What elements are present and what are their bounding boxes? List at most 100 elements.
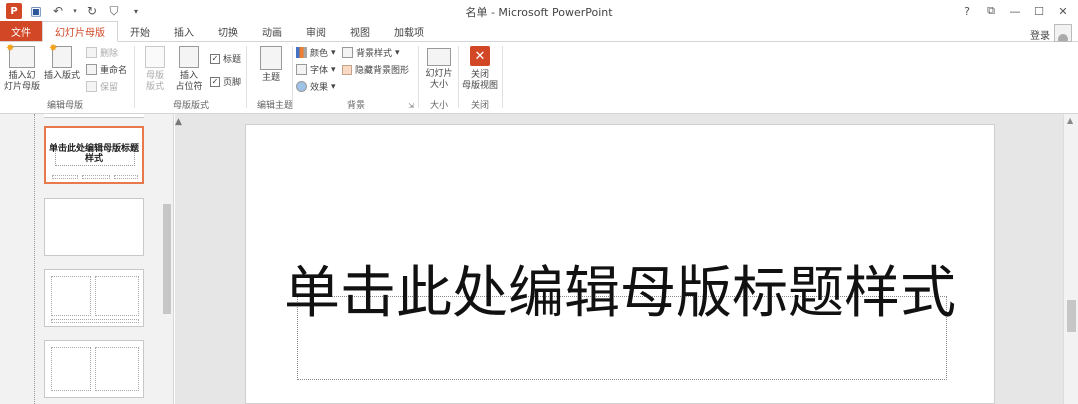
scroll-thumb[interactable] bbox=[1067, 300, 1076, 332]
master-thumbnail-edge[interactable] bbox=[44, 114, 144, 118]
hide-background-checkbox[interactable]: 隐藏背景图形 bbox=[342, 63, 409, 76]
delete-icon bbox=[86, 47, 97, 58]
background-styles-icon bbox=[342, 47, 353, 58]
close-master-view-button[interactable]: ✕ 关闭 母版视图 bbox=[460, 46, 500, 92]
delete-label: 删除 bbox=[100, 49, 119, 59]
chevron-down-icon: ▾ bbox=[331, 47, 336, 58]
tab-file[interactable]: 文件 bbox=[0, 21, 42, 41]
thumbnail-footer-text bbox=[82, 175, 110, 179]
redo-icon[interactable]: ↻ bbox=[84, 3, 100, 19]
thumbnail-placeholder bbox=[51, 347, 91, 391]
powerpoint-app-icon[interactable]: P bbox=[6, 3, 22, 19]
effects-label: 效果 bbox=[310, 83, 329, 93]
ribbon-tabs: 文件 幻灯片母版 开始 插入 切换 动画 审阅 视图 加载项 bbox=[0, 21, 1078, 42]
insert-slide-master-button[interactable]: ✸ 插入幻 灯片母版 bbox=[4, 43, 41, 93]
group-close: ✕ 关闭 母版视图 关闭 bbox=[460, 42, 500, 114]
group-edit-theme: 主题 编辑主题 bbox=[248, 42, 293, 114]
slide-master-canvas[interactable]: 单击此处编辑母版标题样式 bbox=[245, 124, 995, 404]
scroll-up-icon[interactable]: ▲ bbox=[175, 117, 182, 127]
thumbnail-footer-date bbox=[52, 175, 78, 179]
hide-background-label: 隐藏背景图形 bbox=[355, 66, 410, 76]
preserve-label: 保留 bbox=[100, 83, 119, 93]
preserve-button[interactable]: 保留 bbox=[86, 80, 118, 93]
title-check-icon: ✓ bbox=[210, 53, 220, 64]
minimize-icon[interactable]: — bbox=[1004, 2, 1026, 20]
themes-button[interactable]: 主题 bbox=[256, 46, 286, 84]
tab-animations[interactable]: 动画 bbox=[250, 21, 294, 41]
save-icon[interactable]: ▣ bbox=[28, 3, 44, 19]
ribbon-separator bbox=[134, 46, 135, 108]
thumbnail-scrollbar[interactable] bbox=[161, 114, 173, 404]
layout-thumbnail[interactable] bbox=[44, 198, 144, 256]
quick-access-toolbar: P ▣ ↶ ▾ ↻ ⛉ ▾ bbox=[0, 3, 144, 19]
layout-thumbnail[interactable] bbox=[44, 269, 144, 327]
maximize-icon[interactable]: ☐ bbox=[1028, 2, 1050, 20]
thumbnail-title-text: 单击此处编辑母版标题样式 bbox=[48, 144, 139, 164]
rename-button[interactable]: 重命名 bbox=[86, 63, 127, 76]
tab-transitions[interactable]: 切换 bbox=[206, 21, 250, 41]
thumbnail-placeholder bbox=[95, 276, 139, 316]
group-edit-master: ✸ 插入幻 灯片母版 ✸ 插入版式 删除 重命名 保留 编辑母版 bbox=[0, 42, 130, 114]
insert-layout-button[interactable]: ✸ 插入版式 bbox=[42, 43, 82, 82]
group-label-size: 大小 bbox=[429, 101, 448, 111]
group-size: 幻灯片 大小 大小 bbox=[420, 42, 458, 114]
thumbnail-scroll-thumb[interactable] bbox=[163, 204, 171, 314]
sign-in-link[interactable]: 登录 bbox=[1030, 27, 1050, 42]
footer-check-label: 页脚 bbox=[223, 78, 242, 88]
group-label-edit-master: 编辑母版 bbox=[46, 101, 83, 111]
dialog-launcher-icon[interactable]: ⇲ bbox=[408, 102, 414, 110]
undo-dropdown-icon[interactable]: ▾ bbox=[72, 3, 78, 19]
master-connector-line bbox=[34, 114, 35, 404]
insert-placeholder-label: 插入 占位符 bbox=[175, 71, 203, 92]
slide-title-text[interactable]: 单击此处编辑母版标题样式 bbox=[246, 263, 994, 325]
scroll-up-icon[interactable]: ▲ bbox=[1067, 116, 1073, 125]
close-icon: ✕ bbox=[470, 46, 490, 66]
undo-icon[interactable]: ↶ bbox=[50, 3, 66, 19]
hide-background-check-icon bbox=[342, 64, 352, 75]
title-checkbox[interactable]: ✓ 标题 bbox=[210, 52, 241, 65]
insert-placeholder-icon bbox=[179, 46, 199, 68]
fonts-dropdown[interactable]: 字体 ▾ bbox=[296, 63, 336, 76]
close-window-icon[interactable]: ✕ bbox=[1052, 2, 1074, 20]
ribbon-display-options-icon[interactable]: ⧉ bbox=[980, 2, 1002, 20]
help-icon[interactable]: ? bbox=[956, 2, 978, 20]
tab-addins[interactable]: 加载项 bbox=[382, 21, 436, 41]
tab-view[interactable]: 视图 bbox=[338, 21, 382, 41]
footer-checkbox[interactable]: ✓ 页脚 bbox=[210, 75, 241, 88]
ribbon-separator bbox=[458, 46, 459, 108]
colors-icon bbox=[296, 47, 307, 58]
effects-dropdown[interactable]: 效果 ▾ bbox=[296, 80, 336, 93]
thumbnail-footer-number bbox=[114, 175, 138, 179]
insert-placeholder-button[interactable]: 插入 占位符 bbox=[170, 46, 208, 93]
editing-vertical-scrollbar[interactable]: ▲ bbox=[1063, 114, 1078, 404]
colors-dropdown[interactable]: 颜色 ▾ bbox=[296, 46, 336, 59]
group-label-background: 背景 bbox=[346, 101, 365, 111]
tab-review[interactable]: 审阅 bbox=[294, 21, 338, 41]
group-label-master-layout: 母版版式 bbox=[172, 101, 209, 111]
ribbon: ✸ 插入幻 灯片母版 ✸ 插入版式 删除 重命名 保留 编辑母版 母版 版式 插 bbox=[0, 42, 1078, 114]
tab-insert[interactable]: 插入 bbox=[162, 21, 206, 41]
master-layout-button[interactable]: 母版 版式 bbox=[140, 46, 170, 93]
background-styles-dropdown[interactable]: 背景样式 ▾ bbox=[342, 46, 400, 59]
ribbon-separator bbox=[502, 46, 503, 108]
group-background: 颜色 ▾ 字体 ▾ 效果 ▾ 背景样式 ▾ 隐藏背景图形 背景 ⇲ bbox=[294, 42, 418, 114]
background-styles-label: 背景样式 bbox=[356, 49, 393, 59]
avatar[interactable] bbox=[1054, 24, 1072, 42]
fonts-label: 字体 bbox=[310, 66, 329, 76]
customize-qat-icon[interactable]: ▾ bbox=[128, 3, 144, 19]
layout-thumbnail-selected[interactable]: 单击此处编辑母版标题样式 bbox=[44, 126, 144, 184]
chevron-down-icon: ▾ bbox=[395, 47, 400, 58]
slide-thumbnail-pane: 单击此处编辑母版标题样式 bbox=[0, 114, 174, 404]
tab-home[interactable]: 开始 bbox=[118, 21, 162, 41]
thumbnail-footer bbox=[51, 319, 139, 323]
tab-slide-master[interactable]: 幻灯片母版 bbox=[42, 21, 118, 42]
layout-thumbnail[interactable] bbox=[44, 340, 144, 398]
rename-icon bbox=[86, 64, 97, 75]
insert-slide-master-label: 插入幻 灯片母版 bbox=[4, 71, 41, 92]
slideshow-icon[interactable]: ⛉ bbox=[106, 3, 122, 19]
delete-button[interactable]: 删除 bbox=[86, 46, 118, 59]
group-master-layout: 母版 版式 插入 占位符 ✓ 标题 ✓ 页脚 母版版式 bbox=[136, 42, 246, 114]
slide-editing-area: ▲ 单击此处编辑母版标题样式 bbox=[175, 114, 1063, 404]
chevron-down-icon: ▾ bbox=[331, 81, 336, 92]
slide-size-button[interactable]: 幻灯片 大小 bbox=[422, 46, 456, 91]
